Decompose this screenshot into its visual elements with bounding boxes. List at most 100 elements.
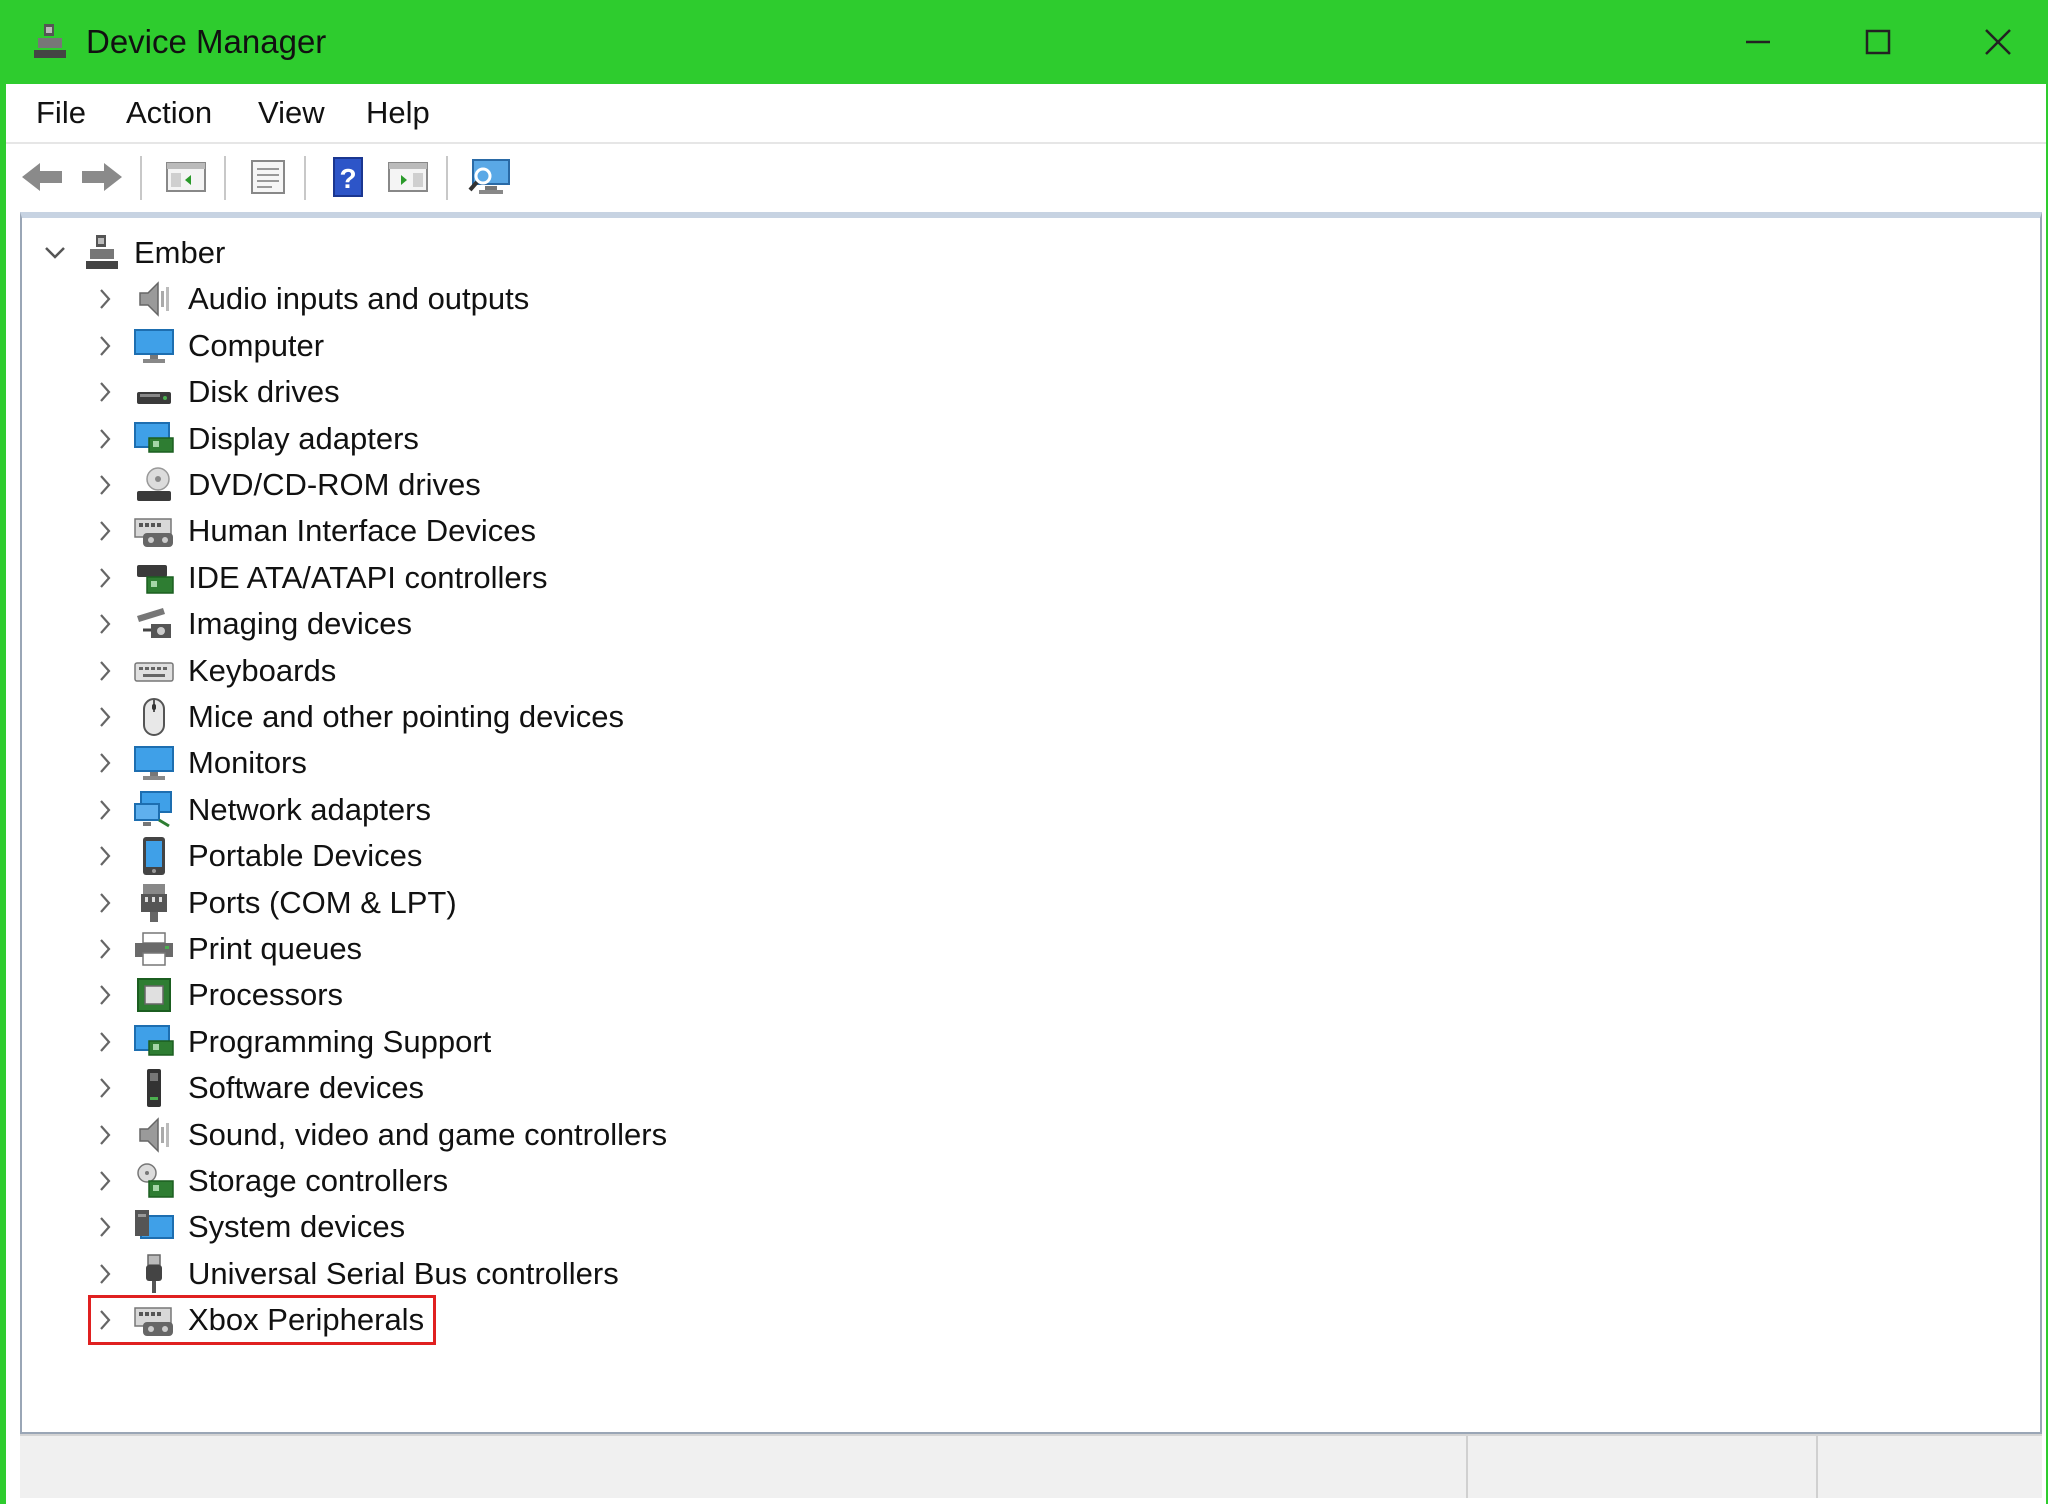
- scan-hardware-changes-button[interactable]: [466, 154, 514, 200]
- chevron-right-icon[interactable]: [90, 1204, 120, 1250]
- tree-item-label: Processors: [188, 977, 344, 1013]
- properties-icon: [251, 160, 285, 194]
- toolbar-separator: [304, 156, 306, 200]
- speaker-icon: [132, 277, 176, 321]
- chevron-down-icon[interactable]: [40, 230, 70, 276]
- speaker-icon: [132, 1113, 176, 1157]
- storage-controller-icon: [132, 1159, 176, 1203]
- chevron-right-icon[interactable]: [90, 1251, 120, 1297]
- chevron-right-icon[interactable]: [90, 416, 120, 462]
- help-icon: ?: [333, 157, 363, 197]
- usb-icon: [132, 1252, 176, 1296]
- tree-item-label: Software devices: [188, 1070, 425, 1106]
- minimize-button[interactable]: [1698, 0, 1818, 84]
- status-divider: [1466, 1436, 1468, 1498]
- maximize-icon: [1865, 29, 1891, 55]
- menu-bar: File Action View Help: [6, 84, 2046, 142]
- tree-item-label: IDE ATA/ATAPI controllers: [188, 559, 548, 595]
- device-tree-pane[interactable]: Ember Audio inputs and outputs Computer Di…: [20, 212, 2042, 1434]
- status-divider: [1816, 1436, 1818, 1498]
- chevron-right-icon[interactable]: [90, 926, 120, 972]
- toolbar-separator: [224, 156, 226, 200]
- menu-help[interactable]: Help: [356, 84, 440, 142]
- monitor-icon: [132, 324, 176, 368]
- device-manager-window: Device Manager File Action View Help ? E…: [0, 0, 2048, 1504]
- tree-item-label: Computer: [188, 327, 325, 363]
- show-hide-console-tree-button[interactable]: [162, 154, 210, 200]
- processor-icon: [132, 973, 176, 1017]
- window-title: Device Manager: [86, 23, 327, 60]
- disk-drive-icon: [132, 370, 176, 414]
- maximize-button[interactable]: [1818, 0, 1938, 84]
- tree-item-label: Mice and other pointing devices: [188, 699, 624, 734]
- device-manager-icon: [30, 22, 70, 62]
- menu-view[interactable]: View: [248, 84, 335, 142]
- chevron-right-icon[interactable]: [90, 694, 120, 740]
- display-adapter-icon: [132, 1020, 176, 1064]
- tree-item-label: DVD/CD-ROM drives: [188, 467, 481, 502]
- tree-item-label: Audio inputs and outputs: [188, 281, 530, 317]
- chevron-right-icon[interactable]: [90, 880, 120, 926]
- tree-item-label: Portable Devices: [188, 838, 423, 874]
- scan-hardware-changes-icon: [468, 159, 510, 194]
- chevron-right-icon[interactable]: [90, 276, 120, 322]
- chevron-right-icon[interactable]: [90, 1158, 120, 1204]
- chevron-right-icon[interactable]: [90, 369, 120, 415]
- chevron-right-icon[interactable]: [90, 1065, 120, 1111]
- portable-device-icon: [132, 834, 176, 878]
- chevron-right-icon[interactable]: [90, 740, 120, 786]
- display-adapter-icon: [132, 417, 176, 461]
- chevron-right-icon[interactable]: [90, 833, 120, 879]
- close-button[interactable]: [1938, 0, 2048, 84]
- software-device-icon: [132, 1066, 176, 1110]
- tree-item-label: Imaging devices: [188, 606, 413, 642]
- tree-item-label: System devices: [188, 1209, 406, 1245]
- system-device-icon: [132, 1205, 176, 1249]
- action-pane-icon: [388, 162, 428, 192]
- chevron-right-icon[interactable]: [90, 1019, 120, 1065]
- chevron-right-icon[interactable]: [90, 601, 120, 647]
- menu-action[interactable]: Action: [116, 84, 222, 142]
- dvd-drive-icon: [132, 463, 176, 507]
- chevron-right-icon[interactable]: [90, 972, 120, 1018]
- printer-icon: [132, 927, 176, 971]
- chevron-right-icon[interactable]: [90, 555, 120, 601]
- tree-item-label: Programming Support: [188, 1023, 492, 1059]
- close-icon: [1985, 29, 2011, 55]
- chevron-right-icon[interactable]: [90, 648, 120, 694]
- chevron-right-icon[interactable]: [90, 323, 120, 369]
- action-pane-button[interactable]: [384, 154, 432, 200]
- tree-item-label: Sound, video and game controllers: [188, 1116, 668, 1152]
- svg-text:?: ?: [339, 163, 356, 194]
- status-bar: [20, 1434, 2042, 1498]
- network-adapter-icon: [132, 788, 176, 832]
- forward-arrow-icon: [82, 163, 122, 191]
- chevron-right-icon[interactable]: [90, 787, 120, 833]
- help-button[interactable]: ?: [324, 154, 372, 200]
- chevron-right-icon[interactable]: [90, 462, 120, 508]
- tree-item-label: Display adapters: [188, 420, 419, 456]
- forward-button[interactable]: [78, 154, 126, 200]
- toolbar: ?: [6, 142, 2046, 210]
- tree-item-label: Ports (COM & LPT): [188, 884, 457, 920]
- keyboard-icon: [132, 649, 176, 693]
- properties-button[interactable]: [244, 154, 292, 200]
- menu-file[interactable]: File: [26, 84, 96, 142]
- tree-item-label: Human Interface Devices: [188, 513, 537, 549]
- ide-controller-icon: [132, 556, 176, 600]
- tree-root-label: Ember: [134, 235, 226, 270]
- back-arrow-icon: [22, 163, 62, 191]
- tree-item-label: Universal Serial Bus controllers: [188, 1255, 619, 1291]
- tree-item-label: Print queues: [188, 931, 363, 966]
- port-icon: [132, 881, 176, 925]
- chevron-right-icon[interactable]: [90, 1112, 120, 1158]
- tree-item-label: Disk drives: [188, 374, 340, 410]
- mouse-icon: [132, 695, 176, 739]
- toolbar-separator: [140, 156, 142, 200]
- tree-item-label: Keyboards: [188, 652, 337, 688]
- title-bar[interactable]: Device Manager: [6, 0, 2046, 84]
- back-button[interactable]: [18, 154, 66, 200]
- xbox-peripherals-highlight-box: [88, 1295, 436, 1346]
- chevron-right-icon[interactable]: [90, 508, 120, 554]
- camera-icon: [132, 602, 176, 646]
